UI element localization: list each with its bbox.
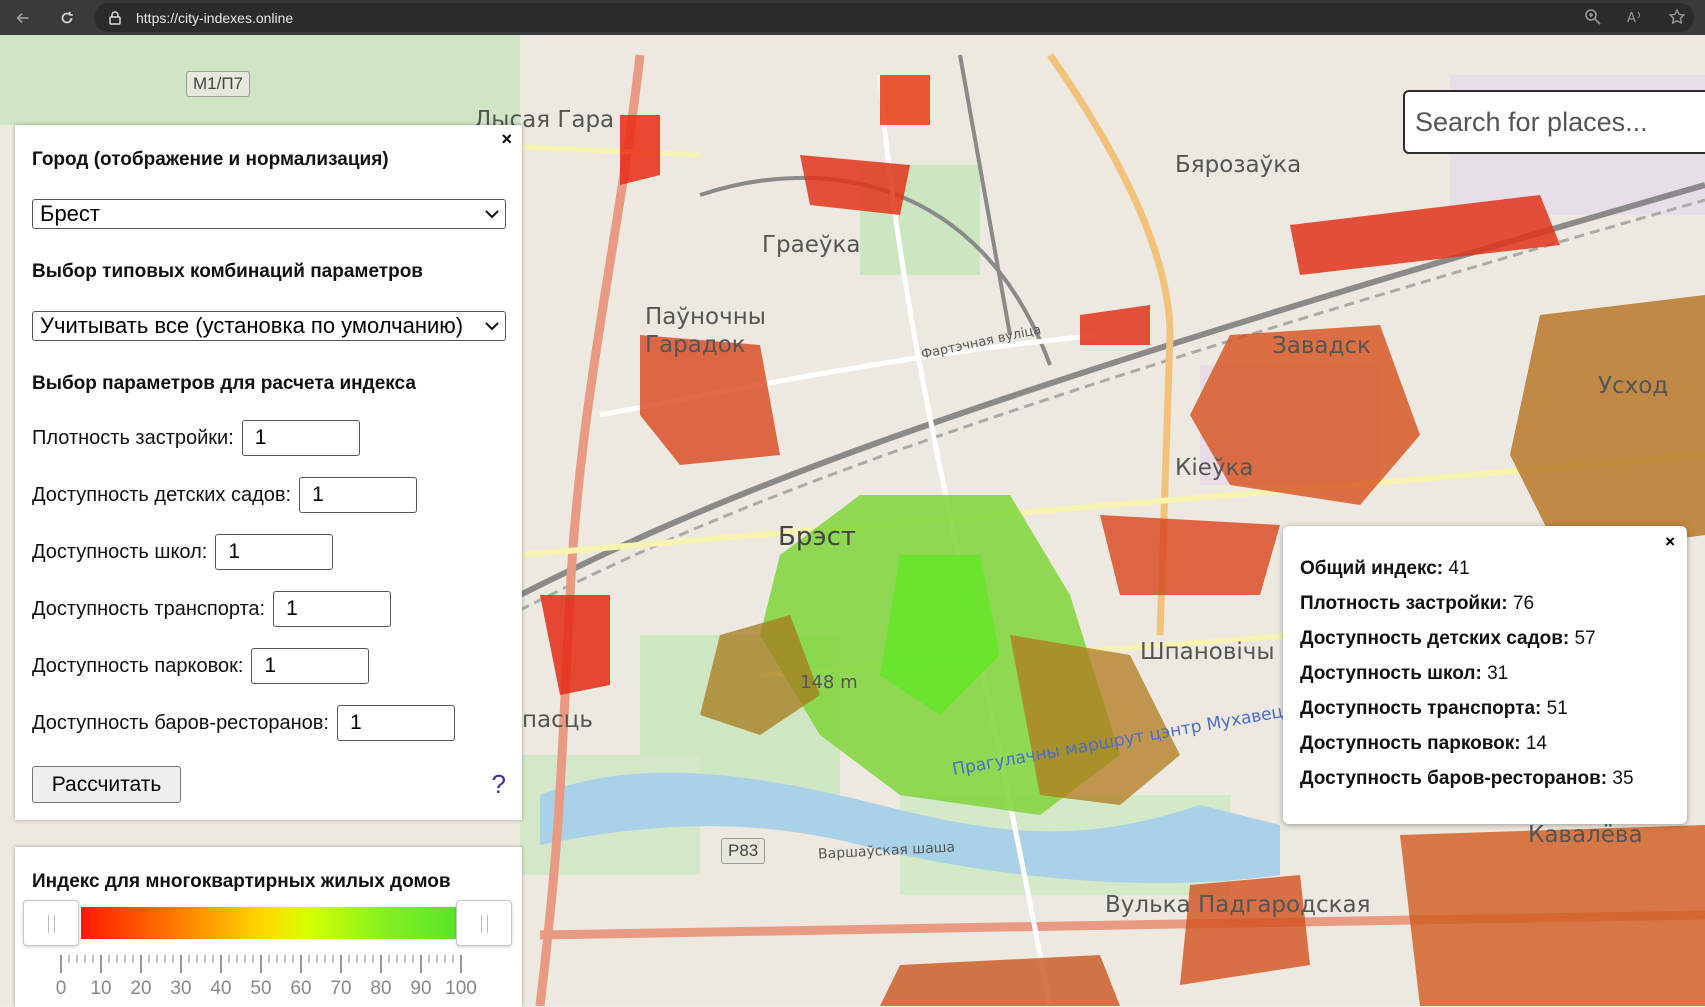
param-label: Доступность парковок:: [32, 654, 244, 677]
info-row-transport: Доступность транспорта: 51: [1300, 698, 1568, 719]
param-bars-input[interactable]: [336, 705, 455, 741]
city-select[interactable]: Брест: [32, 199, 506, 229]
legend-tick-label: 50: [250, 978, 272, 999]
map-label-shpanovichy: Шпановічы: [1140, 639, 1275, 665]
combo-heading: Выбор типовых комбинаций параметров: [32, 261, 423, 282]
read-aloud-icon[interactable]: A: [1625, 7, 1645, 27]
help-icon[interactable]: ?: [492, 769, 506, 800]
index-legend: Индекс для многоквартирных жилых домов 0…: [15, 847, 522, 1007]
param-kindergartens-input[interactable]: [299, 477, 418, 513]
zoom-icon[interactable]: [1583, 7, 1603, 27]
map-label-elevation: 148 m: [800, 672, 858, 693]
map-label-kieuka: Кіеўка: [1175, 455, 1254, 481]
param-label: Плотность застройки:: [32, 426, 234, 449]
browser-toolbar: https://city-indexes.online A: [0, 0, 1705, 35]
legend-tick-label: 100: [445, 978, 477, 999]
info-row-kindergartens: Доступность детских садов: 57: [1300, 628, 1596, 649]
range-max-handle[interactable]: [456, 900, 512, 946]
map-label-graeuka: Граеўка: [762, 232, 861, 258]
param-density: Плотность застройки:: [32, 420, 360, 456]
legend-tick-label: 0: [55, 978, 67, 999]
chevron-down-icon: [485, 210, 499, 219]
param-label: Доступность детских садов:: [32, 483, 292, 506]
color-gradient-bar: [81, 907, 459, 939]
map-label-pasc: пасць: [522, 707, 593, 733]
param-label: Доступность школ:: [32, 540, 208, 563]
param-kindergartens: Доступность детских садов:: [32, 477, 418, 513]
info-row-bars: Доступность баров-ресторанов: 35: [1300, 768, 1634, 789]
hex-info-popup: × Общий индекс: 41 Плотность застройки: …: [1283, 526, 1687, 824]
map-label-zavadsk: Завадск: [1272, 333, 1371, 359]
map-label-uskhod: Усход: [1598, 373, 1669, 399]
info-row-schools: Доступность школ: 31: [1300, 663, 1509, 684]
url-text: https://city-indexes.online: [136, 9, 294, 26]
back-arrow-icon: [16, 12, 29, 23]
params-heading: Выбор параметров для расчета индекса: [32, 373, 416, 394]
param-parking: Доступность парковок:: [32, 648, 370, 684]
map-label-northern-town: Паўночны Гарадок: [645, 304, 766, 358]
chevron-down-icon: [485, 321, 499, 331]
search-input[interactable]: [1405, 92, 1705, 152]
param-transport: Доступность транспорта:: [32, 591, 392, 627]
info-row-density: Плотность застройки: 76: [1300, 593, 1535, 614]
legend-tick-label: 80: [370, 978, 392, 999]
info-row-total: Общий индекс: 41: [1300, 558, 1470, 579]
param-schools: Доступность школ:: [32, 534, 334, 570]
reload-icon: [61, 11, 73, 23]
reload-button[interactable]: [56, 7, 78, 29]
legend-tick-labels: 0 10 20 30 40 50 60 70 80 90 100: [49, 978, 509, 1002]
legend-tick-label: 10: [90, 978, 112, 999]
legend-tick-label: 20: [130, 978, 152, 999]
param-label: Доступность транспорта:: [32, 597, 266, 620]
param-schools-input[interactable]: [215, 534, 334, 570]
control-panel: × Город (отображение и нормализация) Бре…: [15, 125, 522, 820]
city-heading: Город (отображение и нормализация): [32, 149, 389, 170]
map-label-brest: Брэст: [778, 522, 857, 552]
range-min-handle[interactable]: [23, 900, 79, 946]
legend-title: Индекс для многоквартирных жилых домов: [32, 871, 451, 892]
favorite-star-icon[interactable]: [1667, 7, 1687, 27]
map-label-kavaleva: Кавалёва: [1528, 822, 1643, 848]
legend-tick-label: 30: [170, 978, 192, 999]
legend-tick-label: 60: [290, 978, 312, 999]
param-density-input[interactable]: [241, 420, 360, 456]
svg-text:A: A: [1627, 11, 1636, 26]
param-bars: Доступность баров-ресторанов:: [32, 705, 455, 741]
combo-select[interactable]: Учитывать все (установка по умолчанию): [32, 311, 506, 341]
legend-tick-label: 90: [410, 978, 432, 999]
road-shield-m1: М1/П7: [186, 71, 251, 97]
lock-icon: [109, 10, 121, 25]
param-transport-input[interactable]: [273, 591, 392, 627]
map-label-byarozauka: Бярозаўка: [1175, 152, 1302, 178]
combo-select-value: Учитывать все (установка по умолчанию): [40, 313, 464, 338]
place-search[interactable]: [1403, 90, 1705, 154]
legend-ticks: [60, 955, 462, 973]
param-parking-input[interactable]: [251, 648, 370, 684]
city-select-value: Брест: [40, 201, 100, 226]
address-bar[interactable]: https://city-indexes.online: [94, 3, 1694, 32]
info-row-parking: Доступность парковок: 14: [1300, 733, 1547, 754]
panel-close-button[interactable]: ×: [501, 129, 512, 150]
legend-tick-label: 40: [210, 978, 232, 999]
road-shield-r83: Р83: [721, 838, 766, 864]
calculate-button[interactable]: Рассчитать: [32, 766, 181, 803]
param-label: Доступность баров-ресторанов:: [32, 711, 329, 734]
map-label-vulka: Вулька Падгародская: [1105, 892, 1371, 918]
legend-tick-label: 70: [330, 978, 352, 999]
popup-close-button[interactable]: ×: [1665, 532, 1675, 552]
back-button[interactable]: [12, 7, 34, 29]
